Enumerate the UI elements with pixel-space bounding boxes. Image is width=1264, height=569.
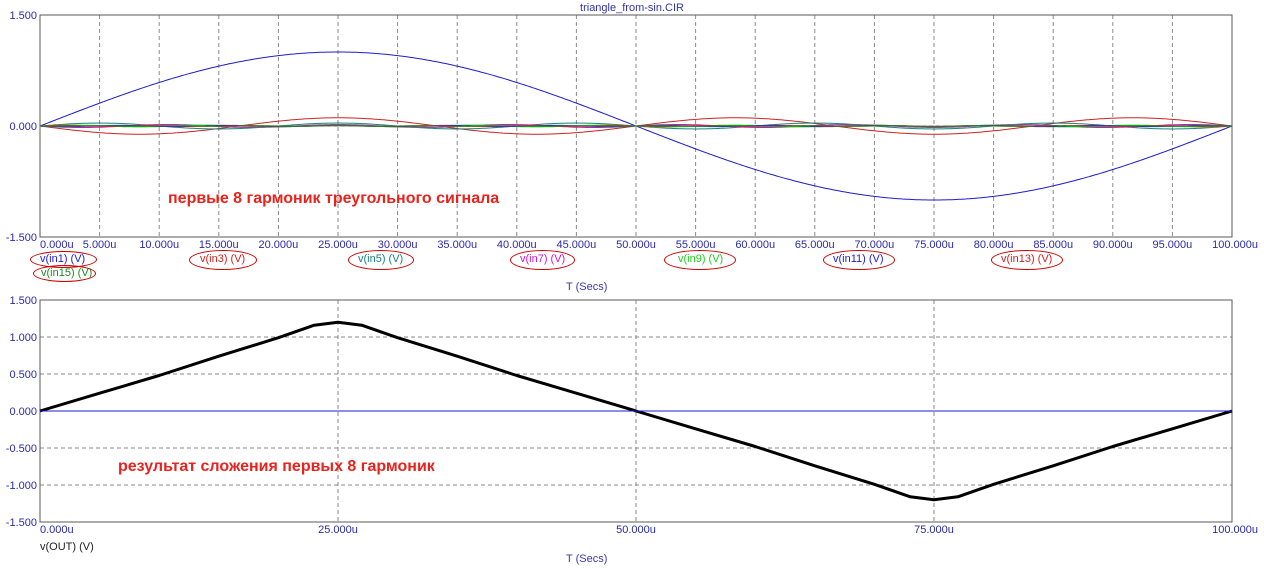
top-y-tick-label: -1.500 bbox=[6, 232, 37, 244]
bottom-chart: 1.500 1.000 0.500 0.000 -0.500 -1.000 -1.5000.… bbox=[6, 295, 1258, 536]
legend-in3[interactable]: v(in3) (V) bbox=[198, 253, 247, 266]
bottom-y-tick-label: 0.000 bbox=[9, 406, 37, 418]
bottom-x-tick-label: 25.000u bbox=[318, 524, 358, 536]
top-annotation: первые 8 гармоник треугольного сигнала bbox=[168, 190, 500, 207]
top-x-tick-label: 65.000u bbox=[795, 239, 835, 251]
bottom-annotation: результат сложения первых 8 гармоник bbox=[118, 458, 435, 475]
top-x-tick-label: 95.000u bbox=[1153, 239, 1193, 251]
bottom-x-tick-label: 100.000u bbox=[1212, 524, 1258, 536]
top-x-axis-title: T (Secs) bbox=[566, 281, 608, 293]
bottom-y-tick-label: 1.000 bbox=[9, 332, 37, 344]
top-x-tick-label: 5.000u bbox=[83, 239, 117, 251]
top-x-tick-label: 80.000u bbox=[974, 239, 1014, 251]
top-x-tick-label: 45.000u bbox=[557, 239, 597, 251]
legend-in15[interactable]: v(in15) (V) bbox=[39, 267, 94, 280]
bottom-y-tick-label: -0.500 bbox=[6, 443, 37, 455]
top-x-tick-label: 40.000u bbox=[497, 239, 537, 251]
top-x-tick-label: 10.000u bbox=[139, 239, 179, 251]
top-x-tick-label: 90.000u bbox=[1093, 239, 1133, 251]
legend-in7[interactable]: v(in7) (V) bbox=[518, 253, 567, 266]
legend-out[interactable]: v(OUT) (V) bbox=[38, 541, 96, 554]
bottom-y-tick-label: 1.500 bbox=[9, 295, 37, 307]
top-x-tick-label: 50.000u bbox=[616, 239, 656, 251]
bottom-x-tick-label: 0.000u bbox=[40, 524, 74, 536]
top-y-tick-label: 0.000 bbox=[9, 121, 37, 133]
top-x-tick-label: 35.000u bbox=[437, 239, 477, 251]
legend-in13[interactable]: v(in13) (V) bbox=[999, 253, 1054, 266]
legend-in5[interactable]: v(in5) (V) bbox=[356, 253, 405, 266]
legend-in11[interactable]: v(in11) (V) bbox=[831, 253, 886, 266]
bottom-y-tick-label: -1.500 bbox=[6, 517, 37, 529]
top-x-tick-label: 85.000u bbox=[1033, 239, 1073, 251]
top-chart: 1.5000.000-1.5000.000u 5.000u 10.000u 15.00… bbox=[6, 10, 1258, 251]
bottom-x-tick-label: 75.000u bbox=[914, 524, 954, 536]
top-x-tick-label: 0.000u bbox=[40, 239, 74, 251]
legend-in9[interactable]: v(in9) (V) bbox=[676, 253, 725, 266]
top-x-tick-label: 25.000u bbox=[318, 239, 358, 251]
bottom-x-tick-label: 50.000u bbox=[616, 524, 656, 536]
top-x-tick-label: 20.000u bbox=[259, 239, 299, 251]
bottom-y-tick-label: 0.500 bbox=[9, 369, 37, 381]
window-title: triangle_from-sin.CIR bbox=[580, 2, 684, 14]
bottom-y-tick-label: -1.000 bbox=[6, 480, 37, 492]
top-x-tick-label: 60.000u bbox=[735, 239, 775, 251]
top-x-tick-label: 100.000u bbox=[1212, 239, 1258, 251]
bottom-x-axis-title: T (Secs) bbox=[566, 553, 608, 565]
top-x-tick-label: 75.000u bbox=[914, 239, 954, 251]
plot-canvas: 1.5000.000-1.5000.000u 5.000u 10.000u 15.00… bbox=[6, 10, 1258, 536]
